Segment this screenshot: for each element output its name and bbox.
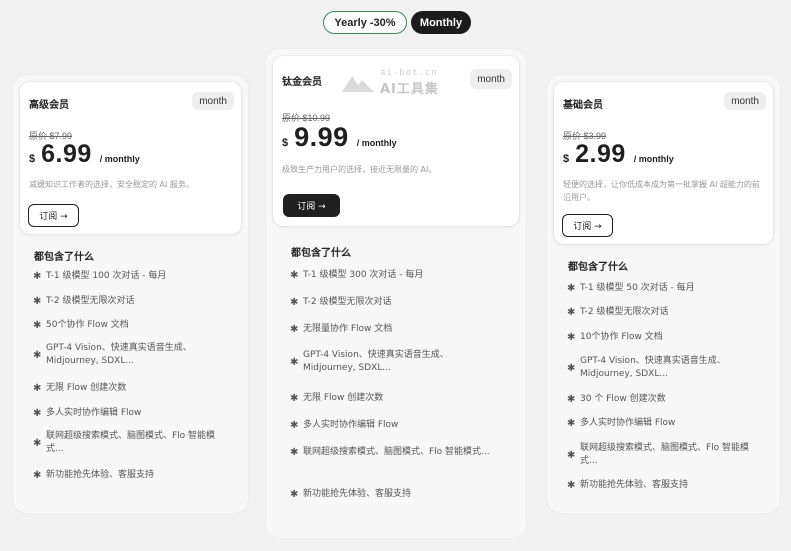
asterisk-icon: ✱ — [567, 418, 576, 429]
currency-symbol: $ — [282, 137, 289, 149]
plan-description: 减缓知识工作者的选择，安全稳定的 AI 服务。 — [29, 180, 194, 189]
feature-item: ✱ T-2 级模型无限次对话 — [567, 307, 669, 318]
asterisk-icon: ✱ — [33, 408, 42, 419]
asterisk-icon: ✱ — [290, 324, 299, 335]
yearly-toggle-button[interactable]: Yearly -30% — [323, 11, 407, 34]
feature-item: ✱ 新功能抢先体验、客服支持 — [567, 480, 689, 491]
features-title: 都包含了什么 — [291, 248, 351, 259]
plan-card-premium: 高级会员 month 原价 $7.99 $ 6.99 / monthly 减缓知… — [13, 75, 248, 513]
price-amount: 9.99 — [294, 122, 349, 152]
asterisk-icon: ✱ — [290, 297, 299, 308]
asterisk-icon: ✱ — [290, 356, 299, 368]
feature-item: ✱ 无限量协作 Flow 文档 — [290, 324, 393, 335]
plan-description: 极致生产力用户的选择，接近无限量的 AI。 — [282, 165, 437, 174]
feature-item: ✱ GPT-4 Vision、快速真实语音生成、Midjourney, SDXL.… — [33, 343, 192, 366]
feature-item: ✱ 多人实时协作编辑 Flow — [290, 420, 399, 431]
price-row: $ 6.99 / monthly — [29, 140, 140, 169]
price-unit: / monthly — [99, 154, 140, 164]
asterisk-icon: ✱ — [33, 383, 42, 394]
asterisk-icon: ✱ — [33, 349, 42, 361]
feature-item: ✱ 30 个 Flow 创建次数 — [567, 394, 666, 405]
feature-item: ✱ GPT-4 Vision、快速真实语音生成、Midjourney, SDXL.… — [290, 350, 449, 373]
feature-item: ✱ 多人实时协作编辑 Flow — [33, 408, 142, 419]
plan-card-titanium: 钛金会员 month 原价 $10.99 $ 9.99 / monthly 极致… — [266, 49, 526, 538]
plan-header: 基础会员 month 原价 $3.99 $ 2.99 / monthly 轻便的… — [554, 82, 773, 244]
price-unit: / monthly — [356, 138, 397, 148]
plan-description: 轻便的选择，让你低成本成为第一批掌握 AI 超能力的前沿用户。 — [563, 180, 760, 202]
feature-item: ✱ 50个协作 Flow 文档 — [33, 320, 129, 331]
subscribe-button[interactable]: 订阅 → — [562, 214, 613, 237]
asterisk-icon: ✱ — [567, 362, 576, 374]
currency-symbol: $ — [29, 153, 36, 165]
subscribe-button[interactable]: 订阅 → — [283, 194, 340, 217]
plan-header: 高级会员 month 原价 $7.99 $ 6.99 / monthly 减缓知… — [20, 82, 241, 234]
feature-item: ✱ GPT-4 Vision、快速真实语音生成、Midjourney, SDXL.… — [567, 356, 726, 379]
asterisk-icon: ✱ — [567, 332, 576, 343]
plan-name: 基础会员 — [563, 100, 603, 111]
feature-item: ✱ 多人实时协作编辑 Flow — [567, 418, 676, 429]
watermark-name: AI工具集 — [380, 82, 439, 97]
watermark-icon — [342, 75, 374, 92]
asterisk-icon: ✱ — [33, 296, 42, 307]
price-amount: 2.99 — [575, 140, 626, 168]
feature-item: ✱ 新功能抢先体验、客服支持 — [33, 470, 155, 481]
feature-item: ✱ 联网超级搜索模式、脑图模式、Flo 智能模式... — [290, 447, 490, 458]
feature-item: ✱ 无限 Flow 创建次数 — [290, 393, 384, 404]
plan-name: 高级会员 — [29, 100, 69, 111]
asterisk-icon: ✱ — [33, 470, 42, 481]
features-title: 都包含了什么 — [34, 252, 94, 263]
feature-item: ✱ 无限 Flow 创建次数 — [33, 383, 127, 394]
watermark-domain: ai-bot.cn — [380, 68, 438, 78]
feature-item: ✱ T-1 级模型 100 次对话 - 每月 — [33, 271, 167, 282]
asterisk-icon: ✱ — [290, 420, 299, 431]
period-badge: month — [724, 92, 766, 110]
price-unit: / monthly — [633, 154, 674, 164]
feature-item: ✱ 10个协作 Flow 文档 — [567, 332, 663, 343]
feature-item: ✱ T-1 级模型 300 次对话 - 每月 — [290, 270, 424, 281]
price-row: $ 2.99 / monthly — [563, 140, 674, 169]
asterisk-icon: ✱ — [567, 394, 576, 405]
plan-card-basic: 基础会员 month 原价 $3.99 $ 2.99 / monthly 轻便的… — [547, 75, 780, 513]
feature-item: ✱ T-2 级模型无限次对话 — [33, 296, 135, 307]
feature-item: ✱ T-2 级模型无限次对话 — [290, 297, 392, 308]
asterisk-icon: ✱ — [290, 489, 299, 500]
feature-item: ✱ 联网超级搜索模式、脑图模式、Flo 智能模式... — [567, 443, 750, 466]
asterisk-icon: ✱ — [290, 447, 299, 458]
asterisk-icon: ✱ — [567, 307, 576, 318]
features-title: 都包含了什么 — [568, 262, 628, 273]
asterisk-icon: ✱ — [567, 283, 576, 294]
asterisk-icon: ✱ — [290, 393, 299, 404]
watermark-logo: ai-bot.cn AI工具集 — [340, 68, 439, 97]
plan-name: 钛金会员 — [282, 77, 322, 88]
feature-item: ✱ 新功能抢先体验、客服支持 — [290, 489, 412, 500]
monthly-toggle-button[interactable]: Monthly — [411, 11, 471, 34]
asterisk-icon: ✱ — [567, 449, 576, 461]
price-amount: 6.99 — [41, 140, 92, 168]
asterisk-icon: ✱ — [33, 437, 42, 449]
feature-item: ✱ 联网超级搜索模式、脑图模式、Flo 智能模式... — [33, 431, 216, 454]
asterisk-icon: ✱ — [33, 271, 42, 282]
currency-symbol: $ — [563, 153, 570, 165]
feature-item: ✱ T-1 级模型 50 次对话 - 每月 — [567, 283, 695, 294]
period-badge: month — [192, 92, 234, 110]
period-badge: month — [470, 69, 512, 89]
price-row: $ 9.99 / monthly — [282, 122, 397, 153]
subscribe-button[interactable]: 订阅 → — [28, 204, 79, 227]
asterisk-icon: ✱ — [290, 270, 299, 281]
billing-toggle: Yearly -30% Monthly — [323, 11, 471, 34]
asterisk-icon: ✱ — [33, 320, 42, 331]
asterisk-icon: ✱ — [567, 480, 576, 491]
